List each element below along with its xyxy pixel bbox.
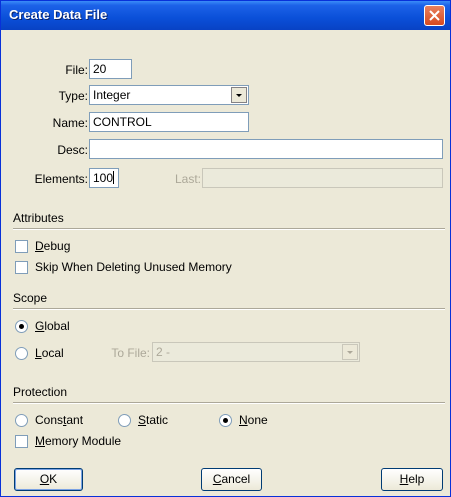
local-label[interactable]: Local [35, 346, 64, 360]
static-label[interactable]: Static [138, 413, 168, 427]
create-data-file-dialog: Create Data File File: 20 Type: Integer … [0, 0, 451, 497]
constant-radio[interactable] [15, 414, 28, 427]
help-button[interactable]: Help [381, 468, 443, 491]
chevron-down-icon [236, 94, 242, 97]
to-file-dropdown[interactable]: 2 - [152, 342, 360, 362]
elements-value: 100 [93, 171, 114, 185]
name-label: Name: [52, 116, 88, 130]
to-file-selected-value: 2 - [156, 345, 171, 359]
debug-label[interactable]: Debug [35, 239, 70, 253]
radio-selected-dot [19, 324, 24, 329]
dialog-title: Create Data File [9, 7, 108, 22]
scope-divider [13, 308, 445, 310]
dialog-body: File: 20 Type: Integer Name: CONTROL Des… [4, 30, 447, 494]
protection-heading: Protection [13, 385, 68, 399]
skip-unused-memory-label[interactable]: Skip When Deleting Unused Memory [35, 260, 232, 274]
global-label[interactable]: Global [35, 319, 70, 333]
protection-divider [13, 402, 445, 404]
constant-label[interactable]: Constant [35, 413, 83, 427]
name-field[interactable]: CONTROL [89, 112, 249, 132]
cancel-button[interactable]: Cancel [201, 468, 262, 491]
attributes-divider [13, 228, 445, 230]
file-field[interactable]: 20 [89, 59, 132, 79]
desc-field[interactable] [89, 139, 443, 159]
skip-unused-memory-checkbox[interactable] [15, 261, 28, 274]
desc-label: Desc: [57, 143, 88, 157]
type-label: Type: [58, 89, 88, 103]
last-field[interactable] [202, 168, 443, 188]
type-dropdown[interactable]: Integer [89, 85, 249, 105]
title-bar[interactable]: Create Data File [1, 1, 450, 30]
memory-module-label[interactable]: Memory Module [35, 434, 121, 448]
attributes-heading: Attributes [13, 211, 64, 225]
debug-checkbox[interactable] [15, 240, 28, 253]
none-radio[interactable] [219, 414, 232, 427]
scope-heading: Scope [13, 291, 48, 305]
dropdown-arrow[interactable] [231, 87, 247, 103]
local-radio[interactable] [15, 347, 28, 360]
radio-selected-dot [223, 418, 228, 423]
to-file-label: To File: [111, 346, 150, 360]
elements-label: Elements: [34, 172, 88, 186]
global-radio[interactable] [15, 320, 28, 333]
memory-module-checkbox[interactable] [15, 435, 28, 448]
close-button[interactable] [424, 5, 445, 26]
ok-button[interactable]: OK [14, 468, 83, 491]
type-selected-value: Integer [93, 88, 131, 102]
close-icon [429, 10, 440, 21]
dropdown-arrow[interactable] [342, 344, 358, 360]
file-label: File: [65, 63, 88, 77]
chevron-down-icon [347, 351, 353, 354]
static-radio[interactable] [118, 414, 131, 427]
text-caret [113, 171, 115, 184]
last-label: Last: [174, 172, 201, 186]
none-label[interactable]: None [239, 413, 268, 427]
elements-field[interactable]: 100 [89, 168, 119, 188]
